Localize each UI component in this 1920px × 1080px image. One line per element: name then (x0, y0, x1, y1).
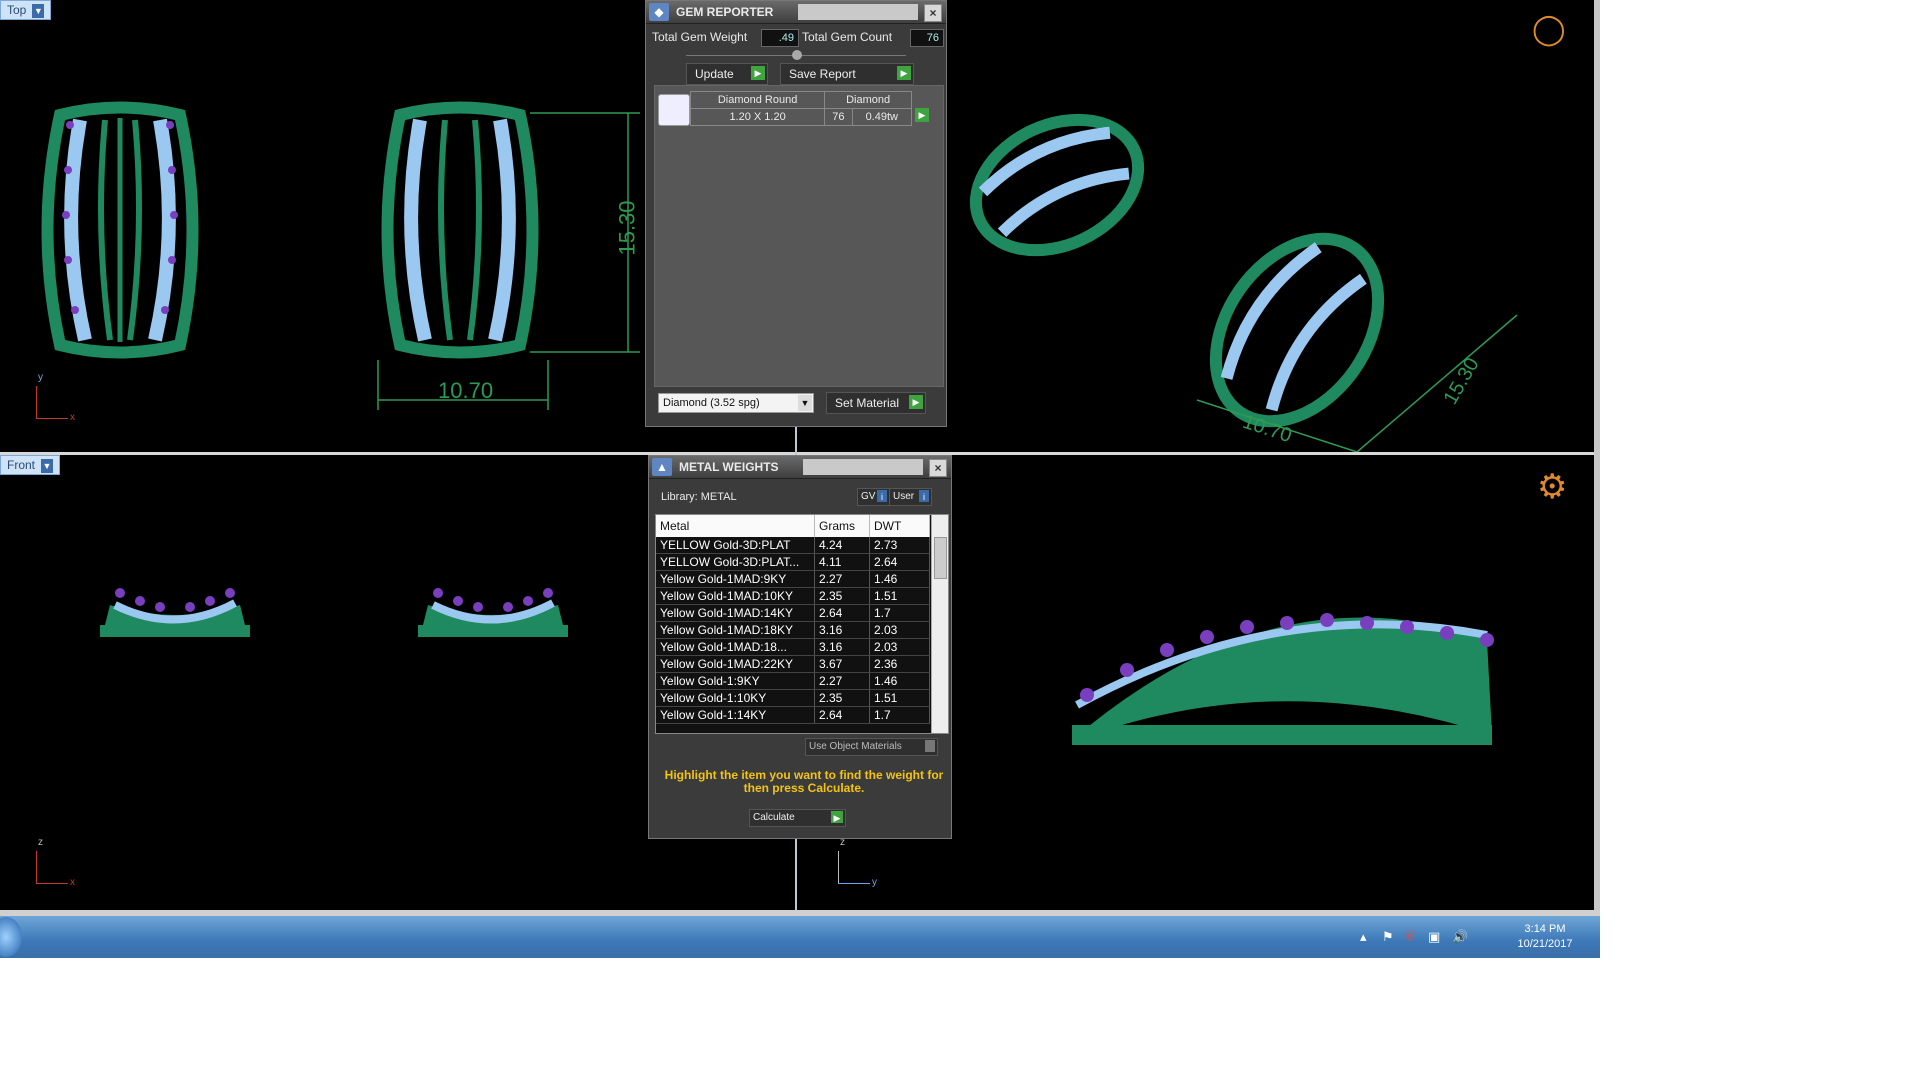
ring-front-view-1 (100, 588, 250, 637)
checkbox-icon (925, 740, 935, 752)
metal-column-header[interactable]: Metal (656, 515, 815, 537)
instruction-text: Highlight the item you want to find the … (664, 768, 944, 795)
metal-weights-logo-icon: ▲ (652, 458, 672, 476)
close-icon[interactable]: × (924, 4, 942, 22)
table-row[interactable]: Yellow Gold-1:9KY 2.27 1.46 (656, 672, 930, 690)
table-row[interactable]: Yellow Gold-1MAD:10KY 2.35 1.51 (656, 587, 930, 605)
scrollbar-thumb[interactable] (934, 537, 947, 579)
axis-gizmo-top: y x (36, 372, 75, 423)
table-row[interactable]: YELLOW Gold-3D:PLAT... 4.11 2.64 (656, 553, 930, 571)
table-row[interactable]: Yellow Gold-1MAD:18KY 3.16 2.03 (656, 621, 930, 639)
table-row[interactable]: Yellow Gold-1MAD:9KY 2.27 1.46 (656, 570, 930, 588)
info-icon: i (919, 490, 929, 502)
table-row[interactable]: YELLOW Gold-3D:PLAT 4.24 2.73 (656, 537, 930, 554)
gem-size: 1.20 X 1.20 (689, 108, 826, 126)
table-row[interactable]: Yellow Gold-1:10KY 2.35 1.51 (656, 689, 930, 707)
clock-date: 10/21/2017 (1517, 938, 1573, 950)
ring-top-view-2 (377, 101, 640, 410)
info-icon: i (877, 490, 887, 502)
dimension-height-label: 15.30 (614, 200, 640, 256)
grams-column-header[interactable]: Grams (814, 515, 870, 537)
ring-perspective-2 (1209, 232, 1385, 428)
gem-row[interactable]: Diamond Round Diamond 1.20 X 1.20 76 0.4… (689, 91, 913, 126)
play-icon: ▶ (751, 66, 765, 80)
gem-count: 76 (824, 108, 853, 126)
show-hidden-icons-icon[interactable]: ▴ (1360, 929, 1367, 945)
metal-table-scrollbar[interactable] (931, 515, 948, 733)
clock-time: 3:14 PM (1524, 923, 1566, 935)
total-gem-weight-value: .49 (761, 29, 799, 47)
update-button[interactable]: Update ▶ (686, 63, 768, 85)
brush-view-icon[interactable]: ⚙ (1537, 467, 1567, 507)
action-center-flag-icon[interactable]: ⚑ (1382, 929, 1394, 945)
play-icon: ▶ (831, 811, 843, 823)
window-right-border (1594, 0, 1600, 953)
gem-material: Diamond (824, 91, 912, 109)
taskbar: ▴ ⚑ ⛨ ▣ 🔊 3:14 PM 10/21/2017 (0, 916, 1600, 958)
close-icon[interactable]: × (929, 459, 947, 477)
gem-reporter-titlebar[interactable]: ◆ GEM REPORTER × (646, 1, 946, 24)
metal-weights-titlebar[interactable]: ▲ METAL WEIGHTS × (649, 456, 951, 479)
gem-reporter-panel: ◆ GEM REPORTER × Total Gem Weight .49 To… (645, 0, 947, 427)
table-row[interactable]: Yellow Gold-1MAD:18... 3.16 2.03 (656, 638, 930, 656)
security-shield-icon[interactable]: ⛨ (1405, 929, 1415, 945)
start-button[interactable] (0, 917, 22, 957)
total-gem-count-label: Total Gem Count (802, 30, 893, 44)
ring-top-view-1 (41, 101, 199, 359)
table-row[interactable]: Yellow Gold-1MAD:22KY 3.67 2.36 (656, 655, 930, 673)
gv-button[interactable]: GV i (857, 488, 890, 506)
ring-perspective-1 (969, 113, 1145, 257)
gem-row-play-icon[interactable]: ▶ (915, 108, 929, 122)
calculate-button[interactable]: Calculate ▶ (749, 809, 846, 827)
play-icon: ▶ (909, 395, 923, 409)
gem-reporter-logo-icon: ◆ (649, 3, 669, 21)
titlebar-spacer (803, 459, 923, 475)
gem-list[interactable] (654, 85, 944, 387)
gem-shape: Diamond Round (689, 91, 826, 109)
table-row[interactable]: Yellow Gold-1:14KY 2.64 1.7 (656, 706, 930, 724)
metal-table[interactable]: Metal Grams DWT YELLOW Gold-3D:PLAT 4.24 2… (655, 514, 949, 734)
dwt-column-header[interactable]: DWT (869, 515, 930, 537)
titlebar-spacer (798, 4, 918, 20)
play-icon: ▶ (897, 66, 911, 80)
network-icon[interactable]: ▣ (1428, 929, 1440, 945)
dimension-width-label: 10.70 (438, 378, 494, 403)
ring-front-view-2 (418, 588, 568, 637)
library-label: Library: METAL (661, 491, 737, 503)
material-select[interactable]: Diamond (3.52 spg) ▼ (658, 393, 814, 413)
chevron-down-icon[interactable]: ▼ (798, 395, 812, 411)
system-clock[interactable]: 3:14 PM 10/21/2017 (1510, 922, 1580, 952)
use-object-materials-toggle[interactable]: Use Object Materials (805, 738, 938, 756)
save-report-button[interactable]: Save Report ▶ (780, 63, 914, 85)
set-material-button[interactable]: Set Material ▶ (826, 392, 926, 414)
table-row[interactable]: Yellow Gold-1MAD:14KY 2.64 1.7 (656, 604, 930, 622)
weight-slider-thumb[interactable] (792, 50, 802, 60)
total-gem-weight-label: Total Gem Weight (652, 30, 748, 44)
axis-gizmo-right: z y (838, 837, 877, 888)
system-tray: ▴ ⚑ ⛨ ▣ 🔊 3:14 PM 10/21/2017 (1360, 916, 1580, 958)
gem-weight: 0.49tw (851, 108, 913, 126)
ring-view-icon[interactable]: ◯ (1532, 12, 1566, 47)
axis-gizmo-front: z x (36, 837, 75, 888)
total-gem-count-value: 76 (910, 29, 944, 47)
volume-icon[interactable]: 🔊 (1452, 929, 1468, 945)
user-button[interactable]: User i (889, 488, 932, 506)
metal-weights-panel: ▲ METAL WEIGHTS × Library: METAL GV i Use… (648, 455, 952, 839)
ring-side-view (1072, 613, 1494, 745)
round-diamond-icon (658, 94, 690, 126)
